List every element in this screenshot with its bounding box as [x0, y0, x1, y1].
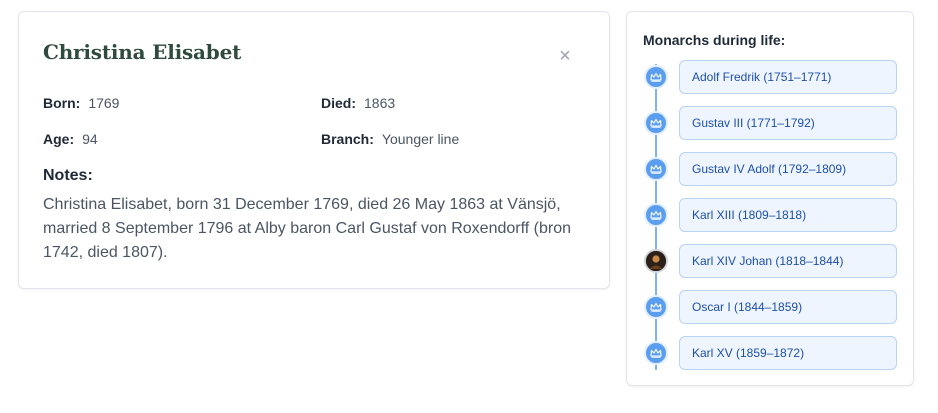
monarch-item: Oscar I (1844–1859): [627, 290, 913, 336]
monarch-item: Gustav III (1771–1792): [627, 106, 913, 152]
age-label: Age:: [43, 131, 75, 147]
monarch-pill[interactable]: Adolf Fredrik (1751–1771): [679, 60, 897, 94]
branch-label: Branch:: [321, 131, 374, 147]
crown-icon: [644, 203, 668, 227]
branch-value: Younger line: [381, 131, 460, 147]
born-label: Born:: [43, 95, 81, 111]
born-value: 1769: [88, 95, 120, 111]
born-field: Born: 1769: [43, 95, 119, 111]
died-label: Died:: [321, 95, 356, 111]
monarch-pill[interactable]: Oscar I (1844–1859): [679, 290, 897, 324]
notes-heading: Notes:: [43, 167, 93, 184]
monarch-item: Karl XV (1859–1872): [627, 336, 913, 382]
crown-icon: [644, 341, 668, 365]
branch-field: Branch: Younger line: [321, 131, 459, 147]
notes-text: Christina Elisabet, born 31 December 176…: [43, 196, 571, 261]
portrait-avatar: [644, 249, 668, 273]
crown-icon: [644, 295, 668, 319]
monarchs-panel: Monarchs during life: Adolf Fredrik (175…: [626, 11, 914, 386]
person-name: Christina Elisabet: [43, 40, 242, 64]
monarch-item: Karl XIV Johan (1818–1844): [627, 244, 913, 290]
monarch-pill[interactable]: Karl XIII (1809–1818): [679, 198, 897, 232]
age-field: Age: 94: [43, 131, 98, 147]
crown-icon: [644, 157, 668, 181]
monarch-item: Karl XIII (1809–1818): [627, 198, 913, 244]
died-value: 1863: [364, 95, 396, 111]
monarch-pill[interactable]: Gustav IV Adolf (1792–1809): [679, 152, 897, 186]
crown-icon: [644, 65, 668, 89]
monarchs-title: Monarchs during life:: [643, 32, 786, 48]
monarch-pill[interactable]: Karl XIV Johan (1818–1844): [679, 244, 897, 278]
monarch-pill[interactable]: Gustav III (1771–1792): [679, 106, 897, 140]
died-field: Died: 1863: [321, 95, 395, 111]
monarch-item: Gustav IV Adolf (1792–1809): [627, 152, 913, 198]
person-detail-card: Christina Elisabet × Born: 1769 Died: 1863…: [18, 11, 610, 289]
close-icon[interactable]: ×: [555, 46, 575, 66]
crown-icon: [644, 111, 668, 135]
monarch-pill[interactable]: Karl XV (1859–1872): [679, 336, 897, 370]
monarch-list: Adolf Fredrik (1751–1771) Gustav III (177…: [627, 60, 913, 382]
age-value: 94: [82, 131, 98, 147]
monarch-item: Adolf Fredrik (1751–1771): [627, 60, 913, 106]
